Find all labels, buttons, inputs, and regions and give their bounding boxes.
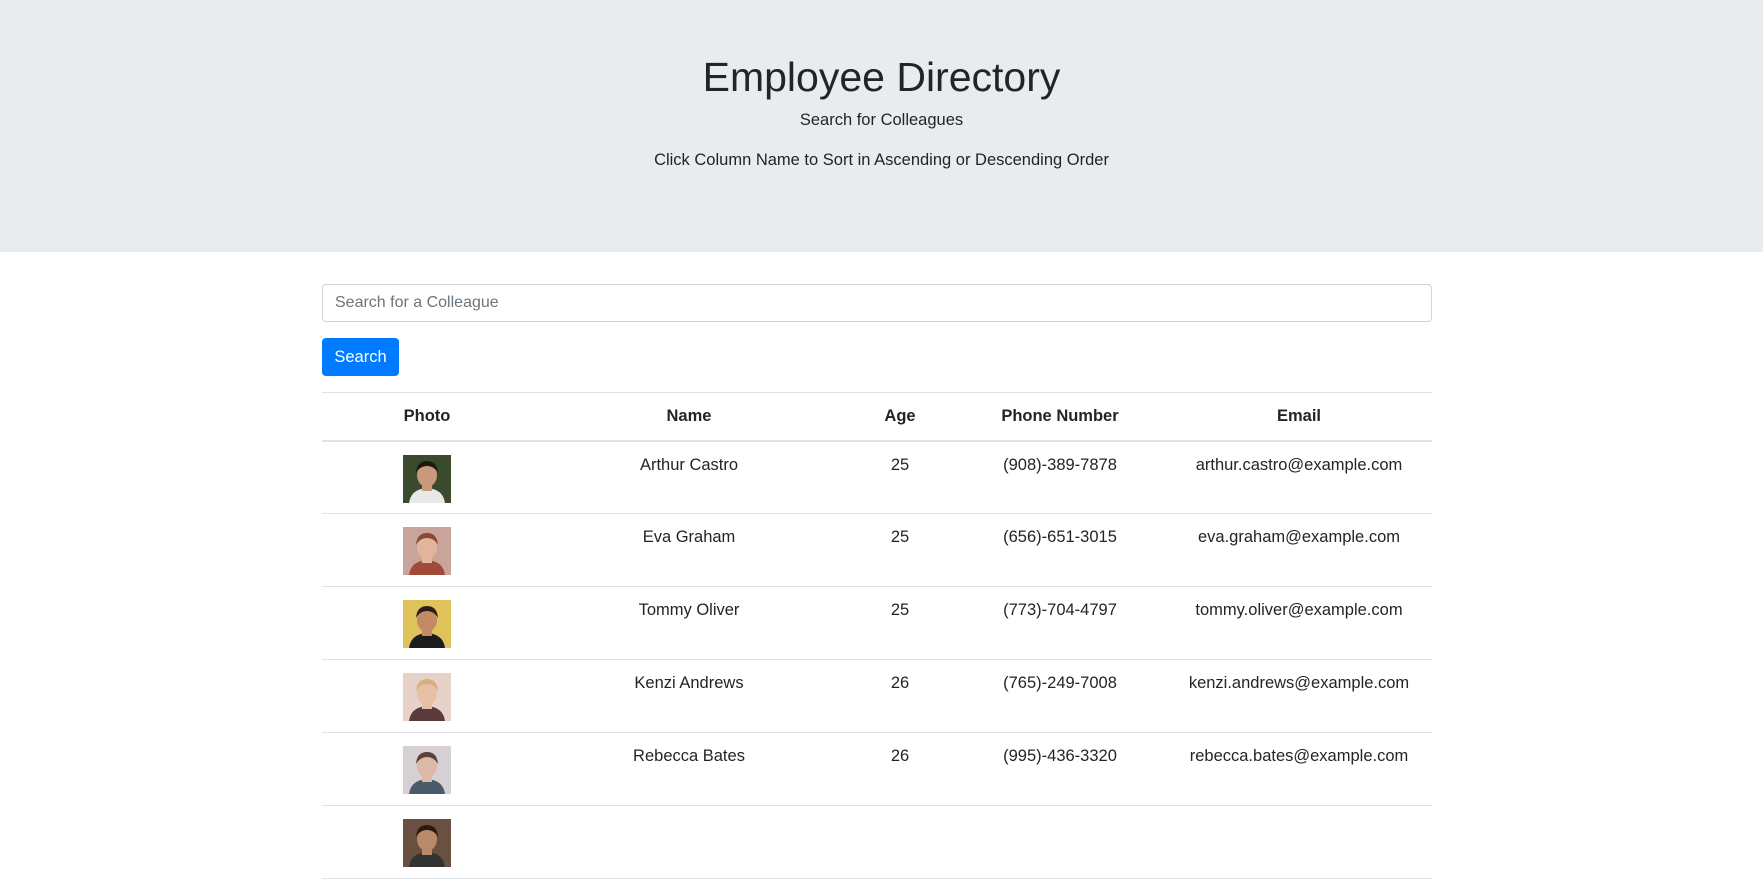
age-cell: 25	[846, 440, 954, 514]
table-row: Eva Graham 25 (656)-651-3015 eva.graham@exa…	[322, 513, 1432, 587]
table-row	[322, 805, 1432, 879]
phone-cell: (765)-249-7008	[954, 659, 1166, 733]
email-cell: arthur.castro@example.com	[1166, 440, 1432, 514]
jumbotron-header: Employee Directory Search for Colleagues…	[0, 0, 1763, 252]
page-title: Employee Directory	[702, 54, 1061, 100]
sort-hint: Click Column Name to Sort in Ascending o…	[654, 151, 1109, 169]
page-subtitle: Search for Colleagues	[799, 111, 964, 129]
column-header-email[interactable]: Email	[1166, 392, 1432, 442]
employee-table: Photo Name Age Phone Number Email Arthur…	[322, 392, 1432, 879]
phone-cell: (656)-651-3015	[954, 513, 1166, 587]
age-cell: 25	[846, 586, 954, 660]
table-body: Arthur Castro 25 (908)-389-7878 arthur.cast…	[322, 440, 1432, 879]
name-cell: Tommy Oliver	[532, 586, 846, 660]
table-row: Rebecca Bates 26 (995)-436-3320 rebecca.bat…	[322, 732, 1432, 806]
phone-cell: (995)-436-3320	[954, 732, 1166, 806]
photo-cell	[322, 805, 532, 879]
name-cell: Arthur Castro	[532, 440, 846, 514]
photo-cell	[322, 586, 532, 660]
age-cell	[846, 805, 954, 879]
avatar	[403, 746, 451, 794]
search-button[interactable]: Search	[322, 338, 399, 376]
table-row: Tommy Oliver 25 (773)-704-4797 tommy.oliver…	[322, 586, 1432, 660]
photo-cell	[322, 513, 532, 587]
column-header-name[interactable]: Name	[532, 392, 846, 442]
column-header-phone[interactable]: Phone Number	[954, 392, 1166, 442]
column-header-photo[interactable]: Photo	[322, 392, 532, 442]
email-cell: rebecca.bates@example.com	[1166, 732, 1432, 806]
table-row: Kenzi Andrews 26 (765)-249-7008 kenzi.andre…	[322, 659, 1432, 733]
age-cell: 26	[846, 659, 954, 733]
search-input[interactable]	[322, 284, 1432, 322]
table-header-row: Photo Name Age Phone Number Email	[322, 392, 1432, 442]
name-cell: Eva Graham	[532, 513, 846, 587]
avatar	[403, 527, 451, 575]
name-cell: Kenzi Andrews	[532, 659, 846, 733]
email-cell: kenzi.andrews@example.com	[1166, 659, 1432, 733]
avatar	[403, 673, 451, 721]
email-cell	[1166, 805, 1432, 879]
email-cell: tommy.oliver@example.com	[1166, 586, 1432, 660]
name-cell	[532, 805, 846, 879]
photo-cell	[322, 659, 532, 733]
avatar	[403, 600, 451, 648]
photo-cell	[322, 732, 532, 806]
column-header-age[interactable]: Age	[846, 392, 954, 442]
avatar	[403, 454, 451, 503]
table-row: Arthur Castro 25 (908)-389-7878 arthur.cast…	[322, 440, 1432, 514]
phone-cell: (908)-389-7878	[954, 440, 1166, 514]
avatar	[403, 819, 451, 867]
email-cell: eva.graham@example.com	[1166, 513, 1432, 587]
phone-cell	[954, 805, 1166, 879]
age-cell: 26	[846, 732, 954, 806]
photo-cell	[322, 440, 532, 514]
name-cell: Rebecca Bates	[532, 732, 846, 806]
phone-cell: (773)-704-4797	[954, 586, 1166, 660]
age-cell: 25	[846, 513, 954, 587]
